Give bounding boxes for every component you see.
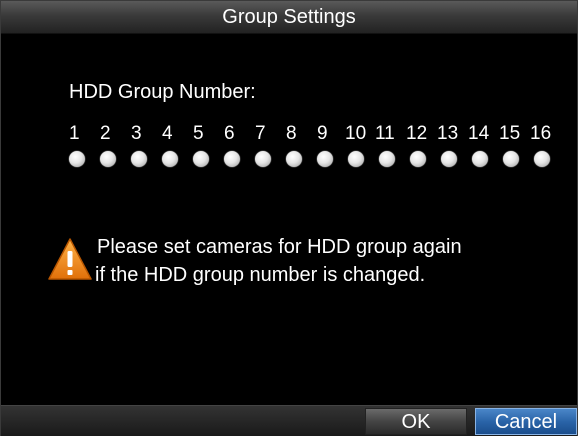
group-number-14: 14 bbox=[468, 123, 490, 144]
group-radio-10[interactable] bbox=[348, 151, 364, 167]
dialog-title: Group Settings bbox=[222, 6, 356, 28]
cancel-button[interactable]: Cancel bbox=[475, 408, 577, 435]
warning-message-line-1: Please set cameras for HDD group again bbox=[97, 236, 462, 258]
group-radio-14[interactable] bbox=[472, 151, 488, 167]
group-number-11: 11 bbox=[375, 123, 395, 144]
group-number-8: 8 bbox=[286, 123, 297, 144]
group-radio-11[interactable] bbox=[379, 151, 395, 167]
group-radio-4[interactable] bbox=[162, 151, 178, 167]
warning-message: Please set cameras for HDD group again i… bbox=[95, 233, 567, 289]
group-radio-5[interactable] bbox=[193, 151, 209, 167]
group-number-16: 16 bbox=[530, 123, 552, 144]
group-number-10: 10 bbox=[345, 123, 367, 144]
group-settings-dialog: Group Settings HDD Group Number: 1 2 3 4… bbox=[0, 0, 578, 436]
group-number-13: 13 bbox=[437, 123, 459, 144]
group-number-4: 4 bbox=[162, 123, 173, 144]
group-number-1: 1 bbox=[69, 123, 80, 144]
group-radio-8[interactable] bbox=[286, 151, 302, 167]
warning-triangle-icon bbox=[48, 238, 92, 280]
group-radio-6[interactable] bbox=[224, 151, 240, 167]
group-number-9: 9 bbox=[317, 123, 328, 144]
hdd-group-number-label: HDD Group Number: bbox=[69, 81, 256, 103]
warning-message-line-2: if the HDD group number is changed. bbox=[95, 264, 426, 286]
group-radio-12[interactable] bbox=[410, 151, 426, 167]
group-radio-list bbox=[69, 151, 569, 171]
group-number-2: 2 bbox=[100, 123, 111, 144]
group-number-5: 5 bbox=[193, 123, 204, 144]
group-radio-7[interactable] bbox=[255, 151, 271, 167]
ok-button[interactable]: OK bbox=[365, 408, 467, 435]
group-radio-2[interactable] bbox=[100, 151, 116, 167]
title-bar: Group Settings bbox=[1, 1, 577, 34]
group-radio-1[interactable] bbox=[69, 151, 85, 167]
group-radio-13[interactable] bbox=[441, 151, 457, 167]
group-number-12: 12 bbox=[406, 123, 428, 144]
group-radio-16[interactable] bbox=[534, 151, 550, 167]
group-radio-3[interactable] bbox=[131, 151, 147, 167]
group-number-6: 6 bbox=[224, 123, 235, 144]
group-number-3: 3 bbox=[131, 123, 142, 144]
group-number-15: 15 bbox=[499, 123, 521, 144]
group-number-labels: 1 2 3 4 5 6 7 8 9 10 11 12 13 14 15 16 bbox=[69, 123, 569, 147]
group-number-7: 7 bbox=[255, 123, 266, 144]
group-radio-15[interactable] bbox=[503, 151, 519, 167]
group-radio-9[interactable] bbox=[317, 151, 333, 167]
